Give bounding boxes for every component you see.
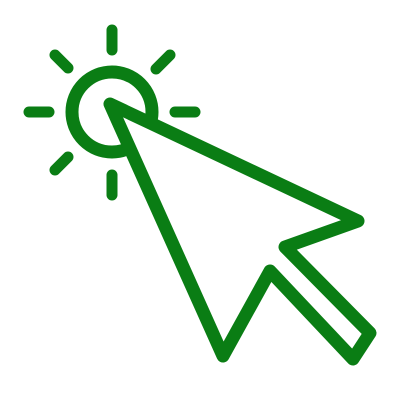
ray-bottom-left bbox=[49, 151, 74, 176]
ray-top-left bbox=[49, 49, 74, 74]
arrow-cursor-shape bbox=[103, 97, 377, 366]
click-cursor-icon bbox=[23, 24, 377, 366]
icon-canvas bbox=[0, 0, 400, 400]
ray-top-right bbox=[150, 49, 176, 75]
